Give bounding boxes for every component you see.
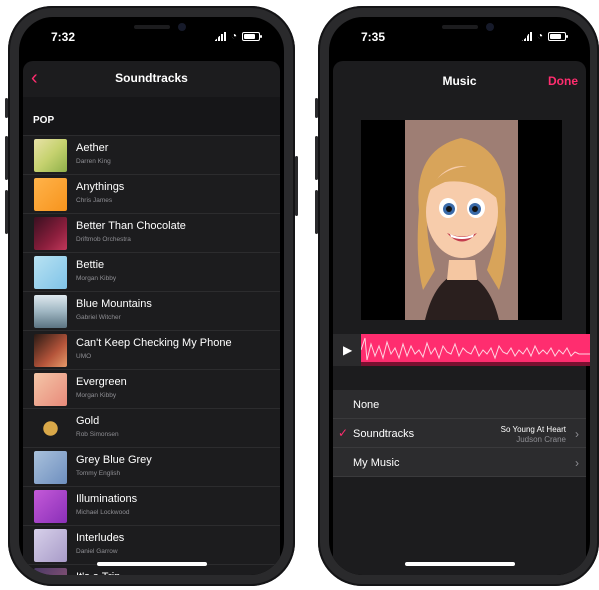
track-artist: Morgan Kibby bbox=[76, 275, 117, 282]
volume-up-button bbox=[315, 136, 318, 180]
track-artist: Darren King bbox=[76, 158, 111, 165]
option-detail-artist: Judson Crane bbox=[516, 435, 566, 444]
track-row[interactable]: Gold Rob Simonsen bbox=[23, 408, 280, 447]
soundtracks-sheet: ‹ Soundtracks POP Aether Darren King Anyth… bbox=[23, 61, 280, 575]
notch bbox=[81, 17, 222, 43]
option-label: Soundtracks bbox=[353, 428, 415, 440]
track-title: Illuminations bbox=[76, 493, 138, 505]
album-art bbox=[34, 529, 67, 562]
status-time: 7:32 bbox=[51, 30, 76, 44]
track-artist: Daniel Garrow bbox=[76, 548, 118, 555]
home-indicator bbox=[404, 562, 515, 566]
battery-icon bbox=[242, 32, 262, 41]
nav-bar: Music Done bbox=[333, 61, 586, 101]
track-title: Can't Keep Checking My Phone bbox=[76, 337, 232, 349]
checkmark-icon: ✓ bbox=[338, 426, 349, 440]
audio-scrubber[interactable]: ▶ bbox=[333, 334, 590, 366]
volume-down-button bbox=[315, 190, 318, 234]
album-art bbox=[34, 373, 67, 406]
phone-right: 7:35 ◔ Music Done ▶ None ✓ Soundtracks S… bbox=[315, 6, 599, 586]
track-list: Aether Darren King Anythings Chris James Bet… bbox=[23, 135, 280, 575]
play-icon[interactable]: ▶ bbox=[343, 343, 352, 357]
memoji-image bbox=[405, 120, 518, 320]
album-art bbox=[34, 139, 67, 172]
music-sheet: Music Done ▶ None ✓ Soundtracks So Young… bbox=[333, 61, 590, 575]
screen-right: 7:35 ◔ Music Done ▶ None ✓ Soundtracks S… bbox=[329, 17, 590, 575]
volume-up-button bbox=[5, 136, 8, 180]
track-row[interactable]: Anythings Chris James bbox=[23, 174, 280, 213]
track-row[interactable]: Illuminations Michael Lockwood bbox=[23, 486, 280, 525]
music-option-soundtracks[interactable]: ✓ Soundtracks So Young At Heart Judson Cran… bbox=[333, 419, 586, 448]
track-title: Bettie bbox=[76, 259, 105, 271]
track-title: Blue Mountains bbox=[76, 298, 152, 310]
track-title: It's a Trip bbox=[76, 571, 120, 575]
track-row[interactable]: Bettie Morgan Kibby bbox=[23, 252, 280, 291]
track-artist: Gabriel Witcher bbox=[76, 314, 121, 321]
track-artist: Tommy English bbox=[76, 470, 121, 477]
track-row[interactable]: Aether Darren King bbox=[23, 135, 280, 174]
album-art bbox=[34, 334, 67, 367]
battery-icon bbox=[548, 32, 568, 41]
music-option-my-music[interactable]: My Music › bbox=[333, 448, 586, 477]
track-artist: Chris James bbox=[76, 197, 113, 204]
notch bbox=[389, 17, 530, 43]
nav-title: Soundtracks bbox=[115, 71, 188, 85]
option-label: My Music bbox=[353, 457, 400, 469]
mute-switch bbox=[315, 98, 318, 118]
wifi-icon: ◔ bbox=[536, 31, 543, 42]
album-art bbox=[34, 217, 67, 250]
volume-down-button bbox=[5, 190, 8, 234]
section-header-pop: POP bbox=[23, 97, 280, 135]
track-artist: Morgan Kibby bbox=[76, 392, 117, 399]
power-button bbox=[295, 156, 298, 216]
memoji-figure bbox=[405, 120, 518, 320]
track-row[interactable]: Grey Blue Grey Tommy English bbox=[23, 447, 280, 486]
track-artist: Driftmob Orchestra bbox=[76, 236, 131, 243]
phone-left: 7:32 ◔ ‹ Soundtracks POP Aether Darren Ki… bbox=[5, 6, 298, 586]
track-row[interactable]: Can't Keep Checking My Phone UMO bbox=[23, 330, 280, 369]
chevron-right-icon: › bbox=[575, 456, 579, 470]
album-art bbox=[34, 412, 67, 445]
mute-switch bbox=[5, 98, 8, 118]
track-title: Interludes bbox=[76, 532, 125, 544]
nav-bar: ‹ Soundtracks bbox=[23, 61, 280, 97]
track-row[interactable]: Blue Mountains Gabriel Witcher bbox=[23, 291, 280, 330]
option-label: None bbox=[353, 399, 380, 411]
track-title: Grey Blue Grey bbox=[76, 454, 152, 466]
album-art bbox=[34, 490, 67, 523]
status-time: 7:35 bbox=[361, 30, 386, 44]
chevron-right-icon: › bbox=[575, 427, 579, 441]
album-art bbox=[34, 295, 67, 328]
stage: 7:32 ◔ ‹ Soundtracks POP Aether Darren Ki… bbox=[0, 0, 599, 590]
track-artist: Michael Lockwood bbox=[76, 509, 130, 516]
video-preview[interactable] bbox=[361, 120, 562, 320]
music-option-none[interactable]: None bbox=[333, 390, 586, 419]
track-title: Better Than Chocolate bbox=[76, 220, 186, 232]
screen-left: 7:32 ◔ ‹ Soundtracks POP Aether Darren Ki… bbox=[19, 17, 284, 575]
waveform[interactable] bbox=[360, 334, 590, 366]
album-art bbox=[34, 178, 67, 211]
home-indicator bbox=[96, 562, 207, 566]
track-row[interactable]: Better Than Chocolate Driftmob Orchestra bbox=[23, 213, 280, 252]
track-title: Anythings bbox=[76, 181, 125, 193]
track-row[interactable]: Evergreen Morgan Kibby bbox=[23, 369, 280, 408]
done-button[interactable]: Done bbox=[548, 74, 578, 88]
option-detail-title: So Young At Heart bbox=[500, 425, 566, 434]
status-icons: ◔ bbox=[214, 31, 262, 42]
track-artist: UMO bbox=[76, 353, 92, 360]
track-row[interactable]: Interludes Daniel Garrow bbox=[23, 525, 280, 564]
track-artist: Rob Simonsen bbox=[76, 431, 119, 438]
album-art bbox=[34, 451, 67, 484]
album-art bbox=[34, 256, 67, 289]
album-art bbox=[34, 568, 67, 575]
track-title: Gold bbox=[76, 415, 100, 427]
track-title: Evergreen bbox=[76, 376, 127, 388]
track-title: Aether bbox=[76, 142, 109, 154]
wifi-icon: ◔ bbox=[230, 31, 237, 42]
music-options-list: None ✓ Soundtracks So Young At Heart Judson … bbox=[333, 390, 586, 477]
